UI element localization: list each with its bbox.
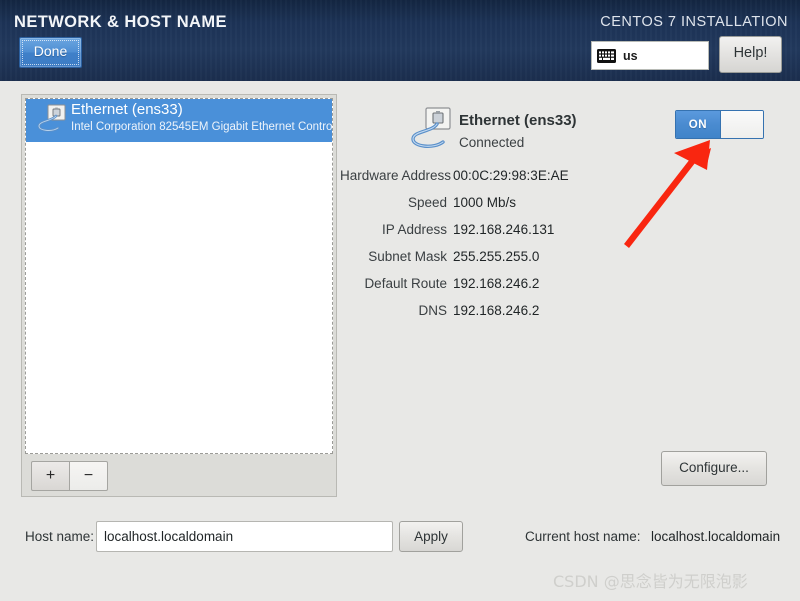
- network-device-panel: Ethernet (ens33) Intel Corporation 82545…: [21, 94, 337, 497]
- help-button[interactable]: Help!: [719, 36, 782, 73]
- hostname-label: Host name:: [25, 529, 95, 544]
- table-row: IP Address 192.168.246.131: [340, 222, 660, 249]
- detail-value: 192.168.246.2: [453, 303, 540, 318]
- done-button[interactable]: Done: [19, 37, 82, 68]
- remove-device-button[interactable]: −: [69, 461, 108, 491]
- detail-value: 192.168.246.2: [453, 276, 540, 291]
- keyboard-icon: [597, 48, 616, 63]
- network-details-table: Hardware Address 00:0C:29:98:3E:AE Speed…: [340, 168, 660, 330]
- configure-button[interactable]: Configure...: [661, 451, 767, 486]
- table-row: Subnet Mask 255.255.255.0: [340, 249, 660, 276]
- ethernet-icon: [411, 107, 451, 148]
- configure-button-label: Configure...: [679, 460, 749, 475]
- add-device-button[interactable]: +: [31, 461, 70, 491]
- hostname-input[interactable]: localhost.localdomain: [96, 521, 393, 552]
- list-item[interactable]: Ethernet (ens33) Intel Corporation 82545…: [26, 99, 333, 142]
- detail-label: Subnet Mask: [368, 249, 447, 264]
- apply-button-label: Apply: [414, 529, 448, 544]
- list-item-title: Ethernet (ens33): [71, 101, 183, 118]
- detail-label: Default Route: [364, 276, 447, 291]
- help-button-label: Help!: [733, 45, 768, 61]
- table-row: Speed 1000 Mb/s: [340, 195, 660, 222]
- table-row: Default Route 192.168.246.2: [340, 276, 660, 303]
- current-hostname-value: localhost.localdomain: [651, 529, 781, 544]
- toggle-on-label: ON: [676, 111, 721, 138]
- table-row: Hardware Address 00:0C:29:98:3E:AE: [340, 168, 660, 195]
- page-title: NETWORK & HOST NAME: [14, 13, 227, 31]
- watermark: CSDN @思念皆为无限泡影: [553, 572, 748, 591]
- network-onoff-toggle[interactable]: ON: [675, 110, 764, 139]
- table-row: DNS 192.168.246.2: [340, 303, 660, 330]
- apply-button[interactable]: Apply: [399, 521, 463, 552]
- app-header: NETWORK & HOST NAME CENTOS 7 INSTALLATIO…: [0, 0, 800, 81]
- detail-label: Speed: [407, 195, 447, 210]
- detail-title: Ethernet (ens33): [459, 112, 577, 129]
- detail-value: 192.168.246.131: [453, 222, 555, 237]
- network-device-list[interactable]: Ethernet (ens33) Intel Corporation 82545…: [25, 98, 333, 454]
- hostname-input-value: localhost.localdomain: [104, 529, 234, 544]
- keyboard-layout-indicator[interactable]: us: [591, 41, 709, 70]
- current-hostname-label: Current host name:: [525, 529, 641, 544]
- toggle-off-track: [721, 111, 763, 138]
- ethernet-icon: [37, 104, 66, 132]
- connection-status: Connected: [459, 135, 525, 150]
- detail-value: 255.255.255.0: [453, 249, 540, 264]
- detail-label: IP Address: [381, 222, 447, 237]
- list-item-subtitle: Intel Corporation 82545EM Gigabit Ethern…: [71, 121, 333, 133]
- detail-value: 00:0C:29:98:3E:AE: [453, 168, 569, 183]
- done-button-label: Done: [33, 43, 68, 59]
- installation-title: CENTOS 7 INSTALLATION: [600, 14, 788, 30]
- keyboard-layout-label: us: [623, 48, 638, 63]
- device-list-toolbar: + −: [25, 458, 333, 494]
- detail-label: Hardware Address: [340, 168, 452, 183]
- detail-label: DNS: [418, 303, 447, 318]
- detail-value: 1000 Mb/s: [453, 195, 517, 210]
